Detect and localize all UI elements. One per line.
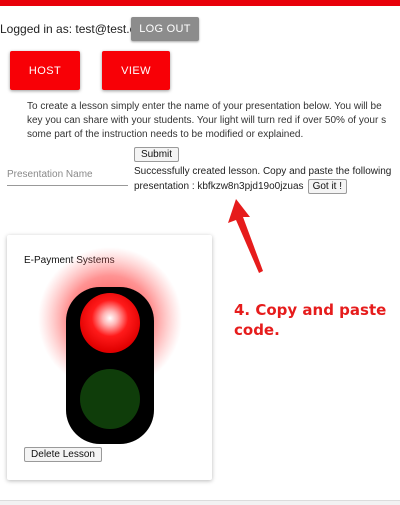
annotation-line: code. bbox=[234, 321, 280, 339]
instructions-text: To create a lesson simply enter the name… bbox=[27, 100, 400, 142]
success-line: Successfully created lesson. Copy and pa… bbox=[134, 166, 392, 177]
arrow-icon bbox=[228, 199, 263, 273]
instructions-line: some part of the instruction needs to be… bbox=[27, 129, 304, 140]
annotation-callout: 4. Copy and paste code. bbox=[234, 300, 386, 340]
delete-lesson-button[interactable]: Delete Lesson bbox=[24, 447, 102, 462]
logged-in-label: Logged in as: test@test.com bbox=[0, 22, 153, 36]
bottom-edge bbox=[0, 500, 400, 505]
lesson-card: E-Payment Systems Delete Lesson bbox=[7, 235, 212, 480]
submit-button[interactable]: Submit bbox=[134, 147, 179, 162]
got-it-button[interactable]: Got it ! bbox=[307, 179, 348, 194]
logout-button[interactable]: LOG OUT bbox=[131, 17, 199, 41]
red-lamp bbox=[80, 293, 140, 353]
instructions-line: key you can share with your students. Yo… bbox=[27, 115, 387, 126]
presentation-name-input[interactable] bbox=[7, 164, 128, 186]
traffic-light-icon bbox=[38, 247, 182, 444]
host-button[interactable]: HOST bbox=[10, 51, 80, 90]
annotation-line: 4. Copy and paste bbox=[234, 301, 387, 319]
top-accent-bar bbox=[0, 0, 400, 6]
login-status: Logged in as: test@test.com bbox=[0, 17, 152, 41]
success-key-row: presentation : kbfkzw8n3pjd19o0jzuas Got… bbox=[134, 179, 400, 194]
instructions-line: To create a lesson simply enter the name… bbox=[27, 101, 382, 112]
green-lamp bbox=[80, 369, 140, 429]
presentation-key-text: presentation : kbfkzw8n3pjd19o0jzuas bbox=[134, 180, 304, 192]
view-button[interactable]: VIEW bbox=[102, 51, 170, 90]
success-message: Successfully created lesson. Copy and pa… bbox=[134, 165, 400, 194]
